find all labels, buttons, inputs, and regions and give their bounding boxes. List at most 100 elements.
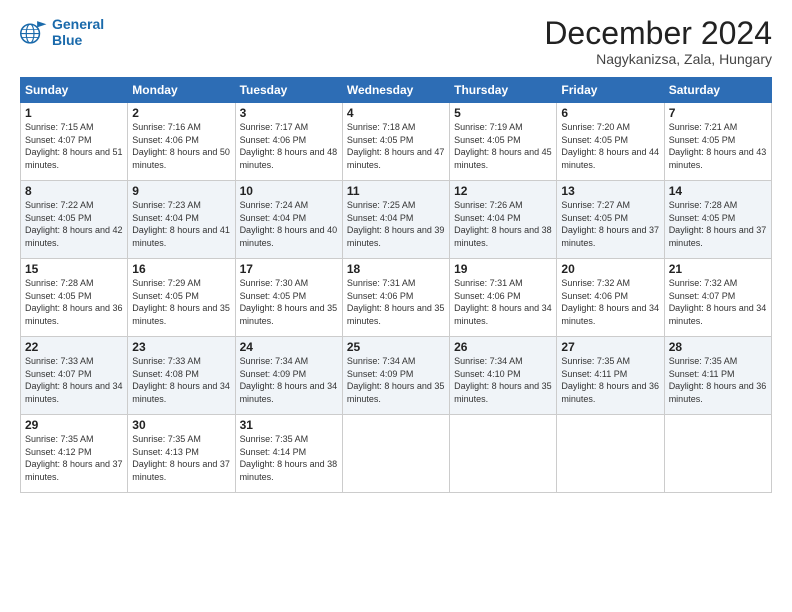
day-number: 22	[25, 340, 123, 354]
day-number: 15	[25, 262, 123, 276]
day-number: 13	[561, 184, 659, 198]
cell-info: Sunrise: 7:28 AMSunset: 4:05 PMDaylight:…	[25, 278, 123, 326]
cell-info: Sunrise: 7:25 AMSunset: 4:04 PMDaylight:…	[347, 200, 445, 248]
week-row-1: 1 Sunrise: 7:15 AMSunset: 4:07 PMDayligh…	[21, 103, 772, 181]
day-number: 29	[25, 418, 123, 432]
cell-info: Sunrise: 7:32 AMSunset: 4:07 PMDaylight:…	[669, 278, 767, 326]
cell-info: Sunrise: 7:33 AMSunset: 4:07 PMDaylight:…	[25, 356, 123, 404]
col-header-friday: Friday	[557, 78, 664, 103]
week-row-3: 15 Sunrise: 7:28 AMSunset: 4:05 PMDaylig…	[21, 259, 772, 337]
day-number: 4	[347, 106, 445, 120]
day-cell-19: 19 Sunrise: 7:31 AMSunset: 4:06 PMDaylig…	[450, 259, 557, 337]
cell-info: Sunrise: 7:32 AMSunset: 4:06 PMDaylight:…	[561, 278, 659, 326]
day-cell-14: 14 Sunrise: 7:28 AMSunset: 4:05 PMDaylig…	[664, 181, 771, 259]
day-cell-18: 18 Sunrise: 7:31 AMSunset: 4:06 PMDaylig…	[342, 259, 449, 337]
day-cell-30: 30 Sunrise: 7:35 AMSunset: 4:13 PMDaylig…	[128, 415, 235, 493]
cell-info: Sunrise: 7:23 AMSunset: 4:04 PMDaylight:…	[132, 200, 230, 248]
day-number: 5	[454, 106, 552, 120]
cell-info: Sunrise: 7:24 AMSunset: 4:04 PMDaylight:…	[240, 200, 338, 248]
week-row-5: 29 Sunrise: 7:35 AMSunset: 4:12 PMDaylig…	[21, 415, 772, 493]
title-block: December 2024 Nagykanizsa, Zala, Hungary	[544, 16, 772, 67]
day-number: 16	[132, 262, 230, 276]
cell-info: Sunrise: 7:33 AMSunset: 4:08 PMDaylight:…	[132, 356, 230, 404]
cell-info: Sunrise: 7:18 AMSunset: 4:05 PMDaylight:…	[347, 122, 445, 170]
cell-info: Sunrise: 7:35 AMSunset: 4:12 PMDaylight:…	[25, 434, 123, 482]
day-cell-28: 28 Sunrise: 7:35 AMSunset: 4:11 PMDaylig…	[664, 337, 771, 415]
day-number: 21	[669, 262, 767, 276]
day-cell-29: 29 Sunrise: 7:35 AMSunset: 4:12 PMDaylig…	[21, 415, 128, 493]
header: General Blue December 2024 Nagykanizsa, …	[20, 16, 772, 67]
day-cell-31: 31 Sunrise: 7:35 AMSunset: 4:14 PMDaylig…	[235, 415, 342, 493]
day-cell-7: 7 Sunrise: 7:21 AMSunset: 4:05 PMDayligh…	[664, 103, 771, 181]
day-cell-1: 1 Sunrise: 7:15 AMSunset: 4:07 PMDayligh…	[21, 103, 128, 181]
cell-info: Sunrise: 7:22 AMSunset: 4:05 PMDaylight:…	[25, 200, 123, 248]
day-number: 6	[561, 106, 659, 120]
day-cell-17: 17 Sunrise: 7:30 AMSunset: 4:05 PMDaylig…	[235, 259, 342, 337]
cell-info: Sunrise: 7:34 AMSunset: 4:10 PMDaylight:…	[454, 356, 552, 404]
cell-info: Sunrise: 7:31 AMSunset: 4:06 PMDaylight:…	[347, 278, 445, 326]
day-cell-11: 11 Sunrise: 7:25 AMSunset: 4:04 PMDaylig…	[342, 181, 449, 259]
day-cell-24: 24 Sunrise: 7:34 AMSunset: 4:09 PMDaylig…	[235, 337, 342, 415]
empty-cell	[664, 415, 771, 493]
logo: General Blue	[20, 16, 104, 48]
header-row: SundayMondayTuesdayWednesdayThursdayFrid…	[21, 78, 772, 103]
day-cell-25: 25 Sunrise: 7:34 AMSunset: 4:09 PMDaylig…	[342, 337, 449, 415]
location-subtitle: Nagykanizsa, Zala, Hungary	[544, 51, 772, 67]
day-cell-13: 13 Sunrise: 7:27 AMSunset: 4:05 PMDaylig…	[557, 181, 664, 259]
day-number: 10	[240, 184, 338, 198]
day-number: 9	[132, 184, 230, 198]
col-header-wednesday: Wednesday	[342, 78, 449, 103]
cell-info: Sunrise: 7:35 AMSunset: 4:13 PMDaylight:…	[132, 434, 230, 482]
day-cell-10: 10 Sunrise: 7:24 AMSunset: 4:04 PMDaylig…	[235, 181, 342, 259]
day-number: 30	[132, 418, 230, 432]
cell-info: Sunrise: 7:35 AMSunset: 4:11 PMDaylight:…	[561, 356, 659, 404]
week-row-4: 22 Sunrise: 7:33 AMSunset: 4:07 PMDaylig…	[21, 337, 772, 415]
day-number: 2	[132, 106, 230, 120]
calendar-table: SundayMondayTuesdayWednesdayThursdayFrid…	[20, 77, 772, 493]
cell-info: Sunrise: 7:16 AMSunset: 4:06 PMDaylight:…	[132, 122, 230, 170]
day-cell-26: 26 Sunrise: 7:34 AMSunset: 4:10 PMDaylig…	[450, 337, 557, 415]
cell-info: Sunrise: 7:19 AMSunset: 4:05 PMDaylight:…	[454, 122, 552, 170]
calendar-page: General Blue December 2024 Nagykanizsa, …	[0, 0, 792, 612]
cell-info: Sunrise: 7:31 AMSunset: 4:06 PMDaylight:…	[454, 278, 552, 326]
day-cell-22: 22 Sunrise: 7:33 AMSunset: 4:07 PMDaylig…	[21, 337, 128, 415]
day-cell-6: 6 Sunrise: 7:20 AMSunset: 4:05 PMDayligh…	[557, 103, 664, 181]
day-number: 26	[454, 340, 552, 354]
cell-info: Sunrise: 7:20 AMSunset: 4:05 PMDaylight:…	[561, 122, 659, 170]
logo-icon	[20, 18, 48, 46]
day-number: 8	[25, 184, 123, 198]
cell-info: Sunrise: 7:28 AMSunset: 4:05 PMDaylight:…	[669, 200, 767, 248]
day-cell-23: 23 Sunrise: 7:33 AMSunset: 4:08 PMDaylig…	[128, 337, 235, 415]
day-number: 27	[561, 340, 659, 354]
col-header-sunday: Sunday	[21, 78, 128, 103]
day-number: 25	[347, 340, 445, 354]
day-number: 31	[240, 418, 338, 432]
day-number: 14	[669, 184, 767, 198]
day-cell-20: 20 Sunrise: 7:32 AMSunset: 4:06 PMDaylig…	[557, 259, 664, 337]
cell-info: Sunrise: 7:21 AMSunset: 4:05 PMDaylight:…	[669, 122, 767, 170]
col-header-saturday: Saturday	[664, 78, 771, 103]
col-header-tuesday: Tuesday	[235, 78, 342, 103]
day-number: 17	[240, 262, 338, 276]
cell-info: Sunrise: 7:34 AMSunset: 4:09 PMDaylight:…	[240, 356, 338, 404]
day-number: 7	[669, 106, 767, 120]
cell-info: Sunrise: 7:35 AMSunset: 4:14 PMDaylight:…	[240, 434, 338, 482]
col-header-monday: Monday	[128, 78, 235, 103]
cell-info: Sunrise: 7:35 AMSunset: 4:11 PMDaylight:…	[669, 356, 767, 404]
day-cell-9: 9 Sunrise: 7:23 AMSunset: 4:04 PMDayligh…	[128, 181, 235, 259]
day-number: 28	[669, 340, 767, 354]
day-cell-12: 12 Sunrise: 7:26 AMSunset: 4:04 PMDaylig…	[450, 181, 557, 259]
cell-info: Sunrise: 7:27 AMSunset: 4:05 PMDaylight:…	[561, 200, 659, 248]
day-number: 11	[347, 184, 445, 198]
day-number: 19	[454, 262, 552, 276]
day-cell-3: 3 Sunrise: 7:17 AMSunset: 4:06 PMDayligh…	[235, 103, 342, 181]
day-number: 1	[25, 106, 123, 120]
empty-cell	[557, 415, 664, 493]
day-cell-4: 4 Sunrise: 7:18 AMSunset: 4:05 PMDayligh…	[342, 103, 449, 181]
empty-cell	[450, 415, 557, 493]
day-number: 18	[347, 262, 445, 276]
cell-info: Sunrise: 7:34 AMSunset: 4:09 PMDaylight:…	[347, 356, 445, 404]
day-cell-16: 16 Sunrise: 7:29 AMSunset: 4:05 PMDaylig…	[128, 259, 235, 337]
logo-text: General Blue	[52, 16, 104, 48]
cell-info: Sunrise: 7:17 AMSunset: 4:06 PMDaylight:…	[240, 122, 338, 170]
